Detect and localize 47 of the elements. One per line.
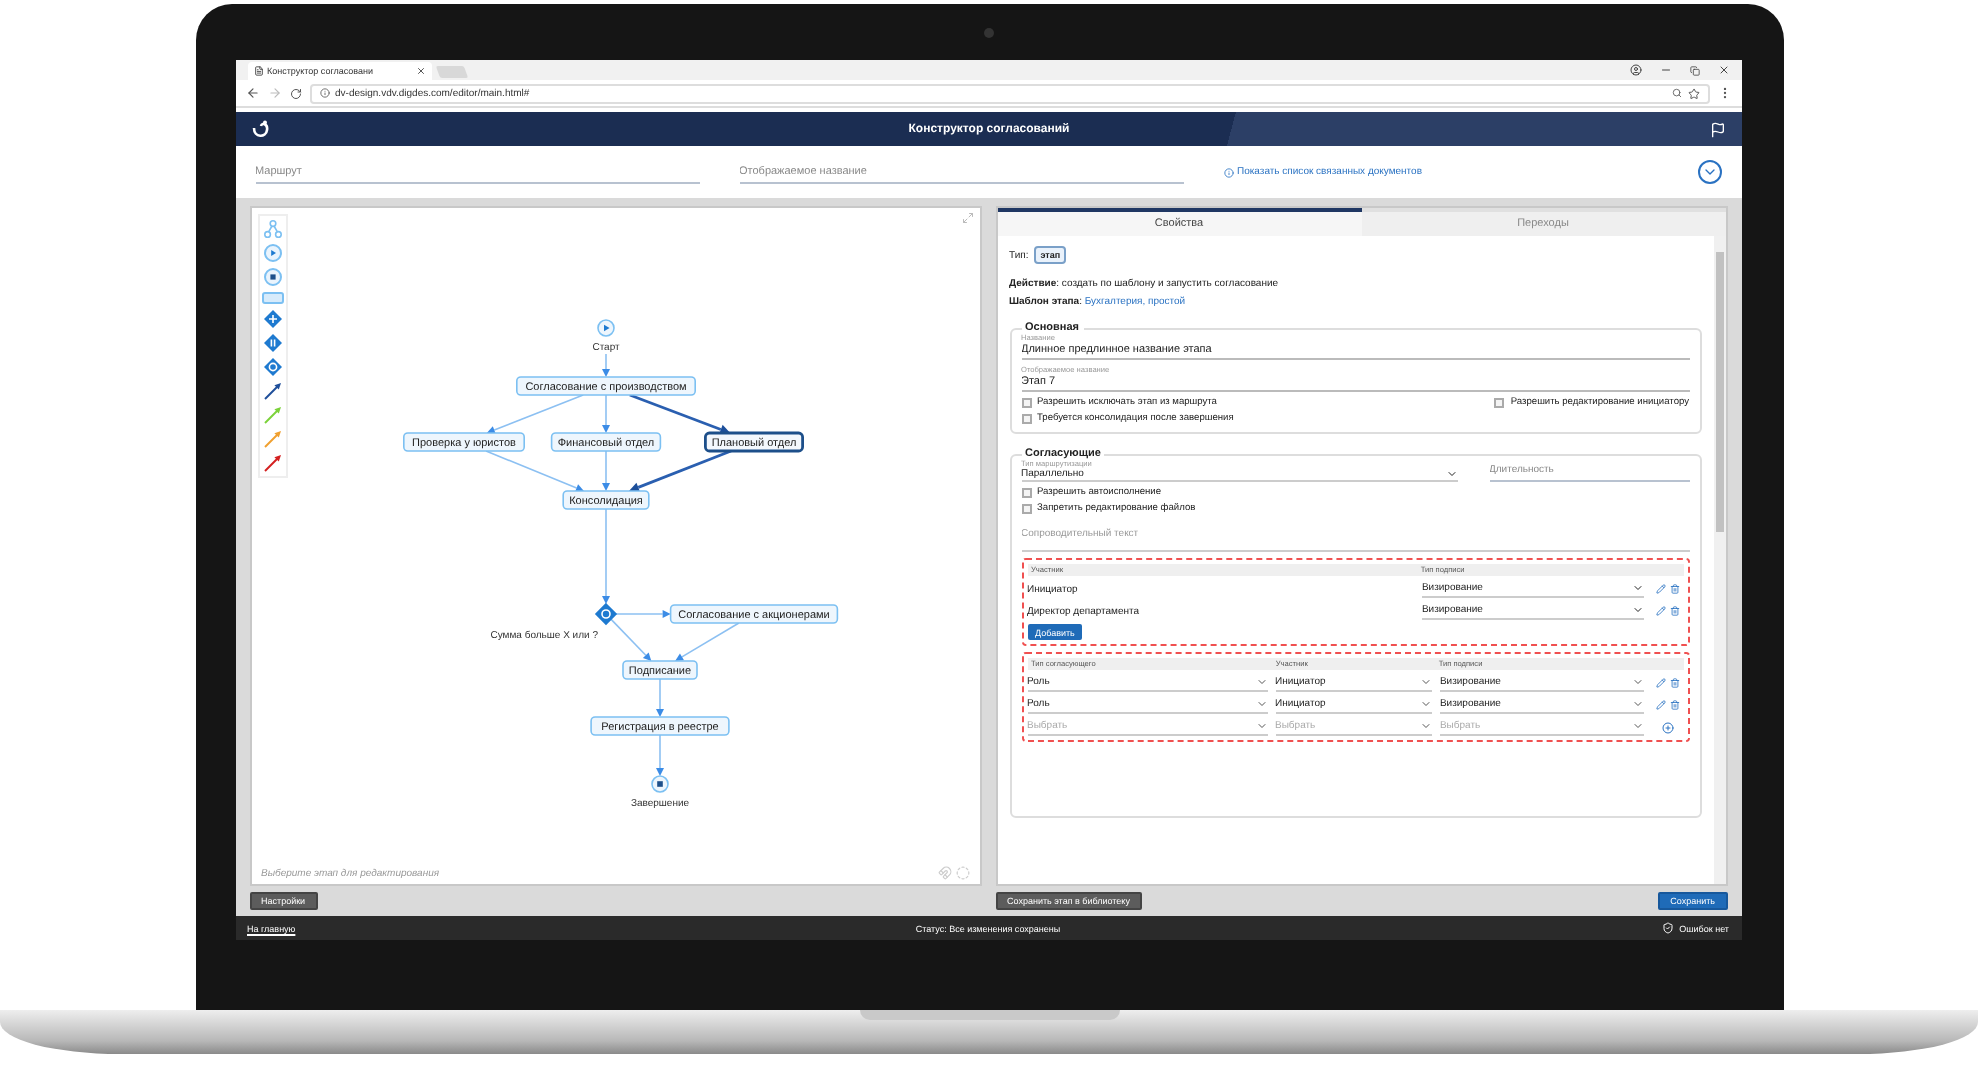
gateway-tool-icon[interactable]: [263, 310, 281, 328]
start-tool-icon[interactable]: [263, 244, 281, 262]
reload-icon[interactable]: [289, 87, 301, 99]
connector-arrow[interactable]: [627, 449, 731, 492]
end-node[interactable]: [650, 775, 668, 793]
delete-icon[interactable]: [1669, 678, 1679, 688]
end-tool-icon[interactable]: [263, 268, 281, 286]
logo-icon: [251, 119, 269, 139]
chevron-icon: [1445, 468, 1457, 480]
restore-icon[interactable]: [1689, 65, 1699, 75]
minimize-icon[interactable]: [1659, 64, 1671, 76]
connector-arrow[interactable]: [601, 353, 609, 377]
connector-arrow[interactable]: [601, 450, 609, 491]
delete-icon[interactable]: [1669, 606, 1679, 616]
forward-icon[interactable]: [267, 86, 281, 100]
back-icon[interactable]: [245, 86, 259, 100]
info-icon: [1223, 167, 1233, 177]
edit-icon[interactable]: [1655, 678, 1665, 688]
connector-arrow[interactable]: [628, 393, 730, 435]
connector-arrow[interactable]: [601, 394, 609, 433]
account-icon[interactable]: [1629, 64, 1641, 76]
start-node[interactable]: [596, 319, 614, 337]
search-icon[interactable]: [1671, 88, 1681, 98]
gateway-tool-icon[interactable]: [263, 358, 281, 376]
gateway-tool-icon[interactable]: [263, 334, 281, 352]
chevron-icon: [1701, 164, 1717, 180]
flag-icon[interactable]: [1709, 121, 1725, 137]
edit-icon[interactable]: [1655, 584, 1665, 594]
connector-arrow[interactable]: [655, 734, 663, 776]
star-icon[interactable]: [1687, 87, 1699, 99]
info-icon: [319, 88, 329, 98]
connector-arrow[interactable]: [601, 508, 609, 604]
connector-arrow[interactable]: [655, 678, 663, 717]
flow-tool-icon[interactable]: [263, 220, 281, 238]
edit-icon[interactable]: [1655, 700, 1665, 710]
delete-icon[interactable]: [1669, 584, 1679, 594]
close-icon[interactable]: [1717, 64, 1729, 76]
connector-arrow[interactable]: [614, 610, 670, 618]
scrollbar[interactable]: [1713, 236, 1725, 884]
delete-icon[interactable]: [1669, 700, 1679, 710]
camera-icon: [983, 27, 993, 37]
add-icon[interactable]: [1661, 721, 1673, 733]
shield-icon: [1661, 922, 1674, 934]
edit-icon[interactable]: [1655, 606, 1665, 616]
page-icon: [253, 66, 263, 76]
gateway-node[interactable]: [593, 602, 617, 626]
expand-button[interactable]: [1697, 160, 1721, 184]
